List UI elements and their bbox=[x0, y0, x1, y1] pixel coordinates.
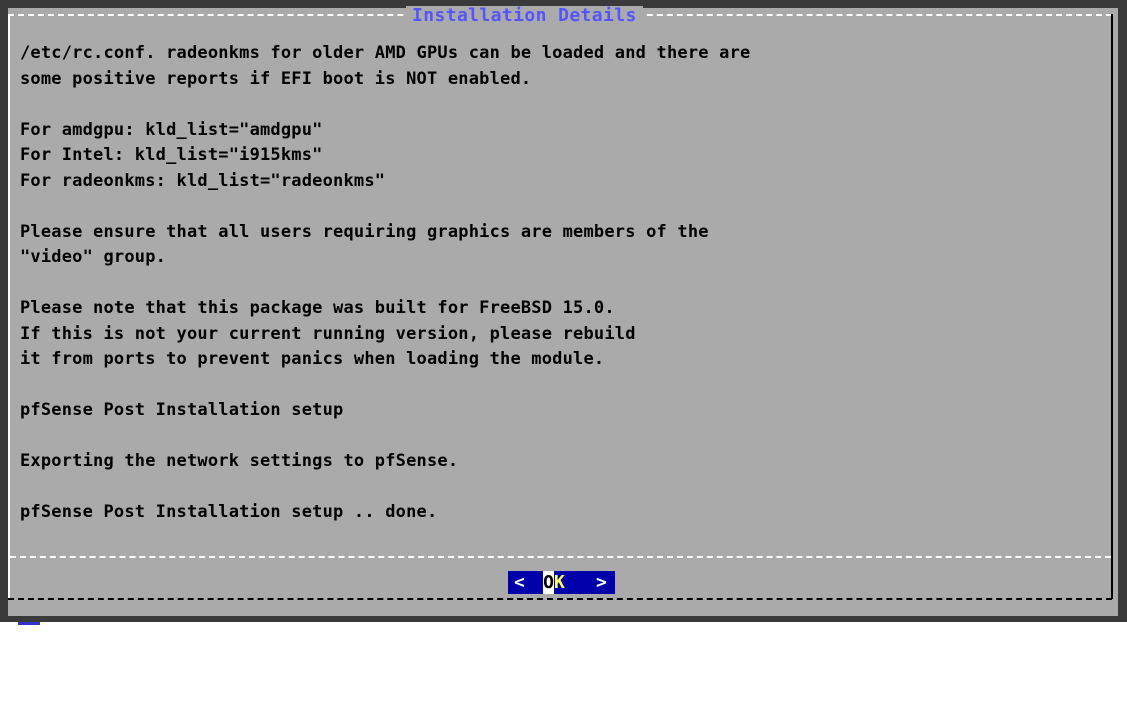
text-line bbox=[20, 92, 1100, 118]
dialog-text-area[interactable]: /etc/rc.conf. radeonkms for older AMD GP… bbox=[20, 41, 1100, 541]
ok-button[interactable]: < O K > bbox=[508, 571, 615, 594]
text-line bbox=[20, 271, 1100, 297]
text-line bbox=[20, 194, 1100, 220]
text-line: If this is not your current running vers… bbox=[20, 323, 636, 344]
text-line: Please ensure that all users requiring g… bbox=[20, 221, 709, 242]
ok-hotkey-letter: O bbox=[543, 571, 554, 594]
button-area-separator bbox=[10, 556, 1111, 558]
dialog-left-border bbox=[8, 14, 10, 599]
text-line: it from ports to prevent panics when loa… bbox=[20, 349, 605, 369]
console-screen: Installation Details /etc/rc.conf. radeo… bbox=[0, 0, 1127, 625]
button-left-bracket: < bbox=[514, 572, 525, 593]
ok-label-rest: K bbox=[554, 572, 565, 593]
text-line: pfSense Post Installation setup bbox=[20, 400, 344, 420]
dialog-right-border bbox=[1111, 14, 1113, 599]
text-line bbox=[20, 475, 1100, 501]
text-line: For Intel: kld_list="i915kms" bbox=[20, 145, 323, 165]
text-line: For amdgpu: kld_list="amdgpu" bbox=[20, 119, 323, 140]
button-right-bracket: > bbox=[596, 572, 607, 593]
dialog-bottom-border bbox=[8, 598, 1112, 600]
text-line: /etc/rc.conf. radeonkms for older AMD GP… bbox=[20, 43, 751, 63]
dialog-title: Installation Details bbox=[406, 6, 643, 26]
text-line: pfSense Post Installation setup .. done. bbox=[20, 502, 438, 522]
text-line: Exporting the network settings to pfSens… bbox=[20, 451, 459, 471]
text-line: "video" group. bbox=[20, 247, 167, 267]
text-line: Please note that this package was built … bbox=[20, 298, 615, 318]
text-line bbox=[20, 373, 1100, 399]
text-line: some positive reports if EFI boot is NOT… bbox=[20, 68, 532, 89]
text-line bbox=[20, 424, 1100, 450]
text-line: For radeonkms: kld_list="radeonkms" bbox=[20, 170, 386, 191]
